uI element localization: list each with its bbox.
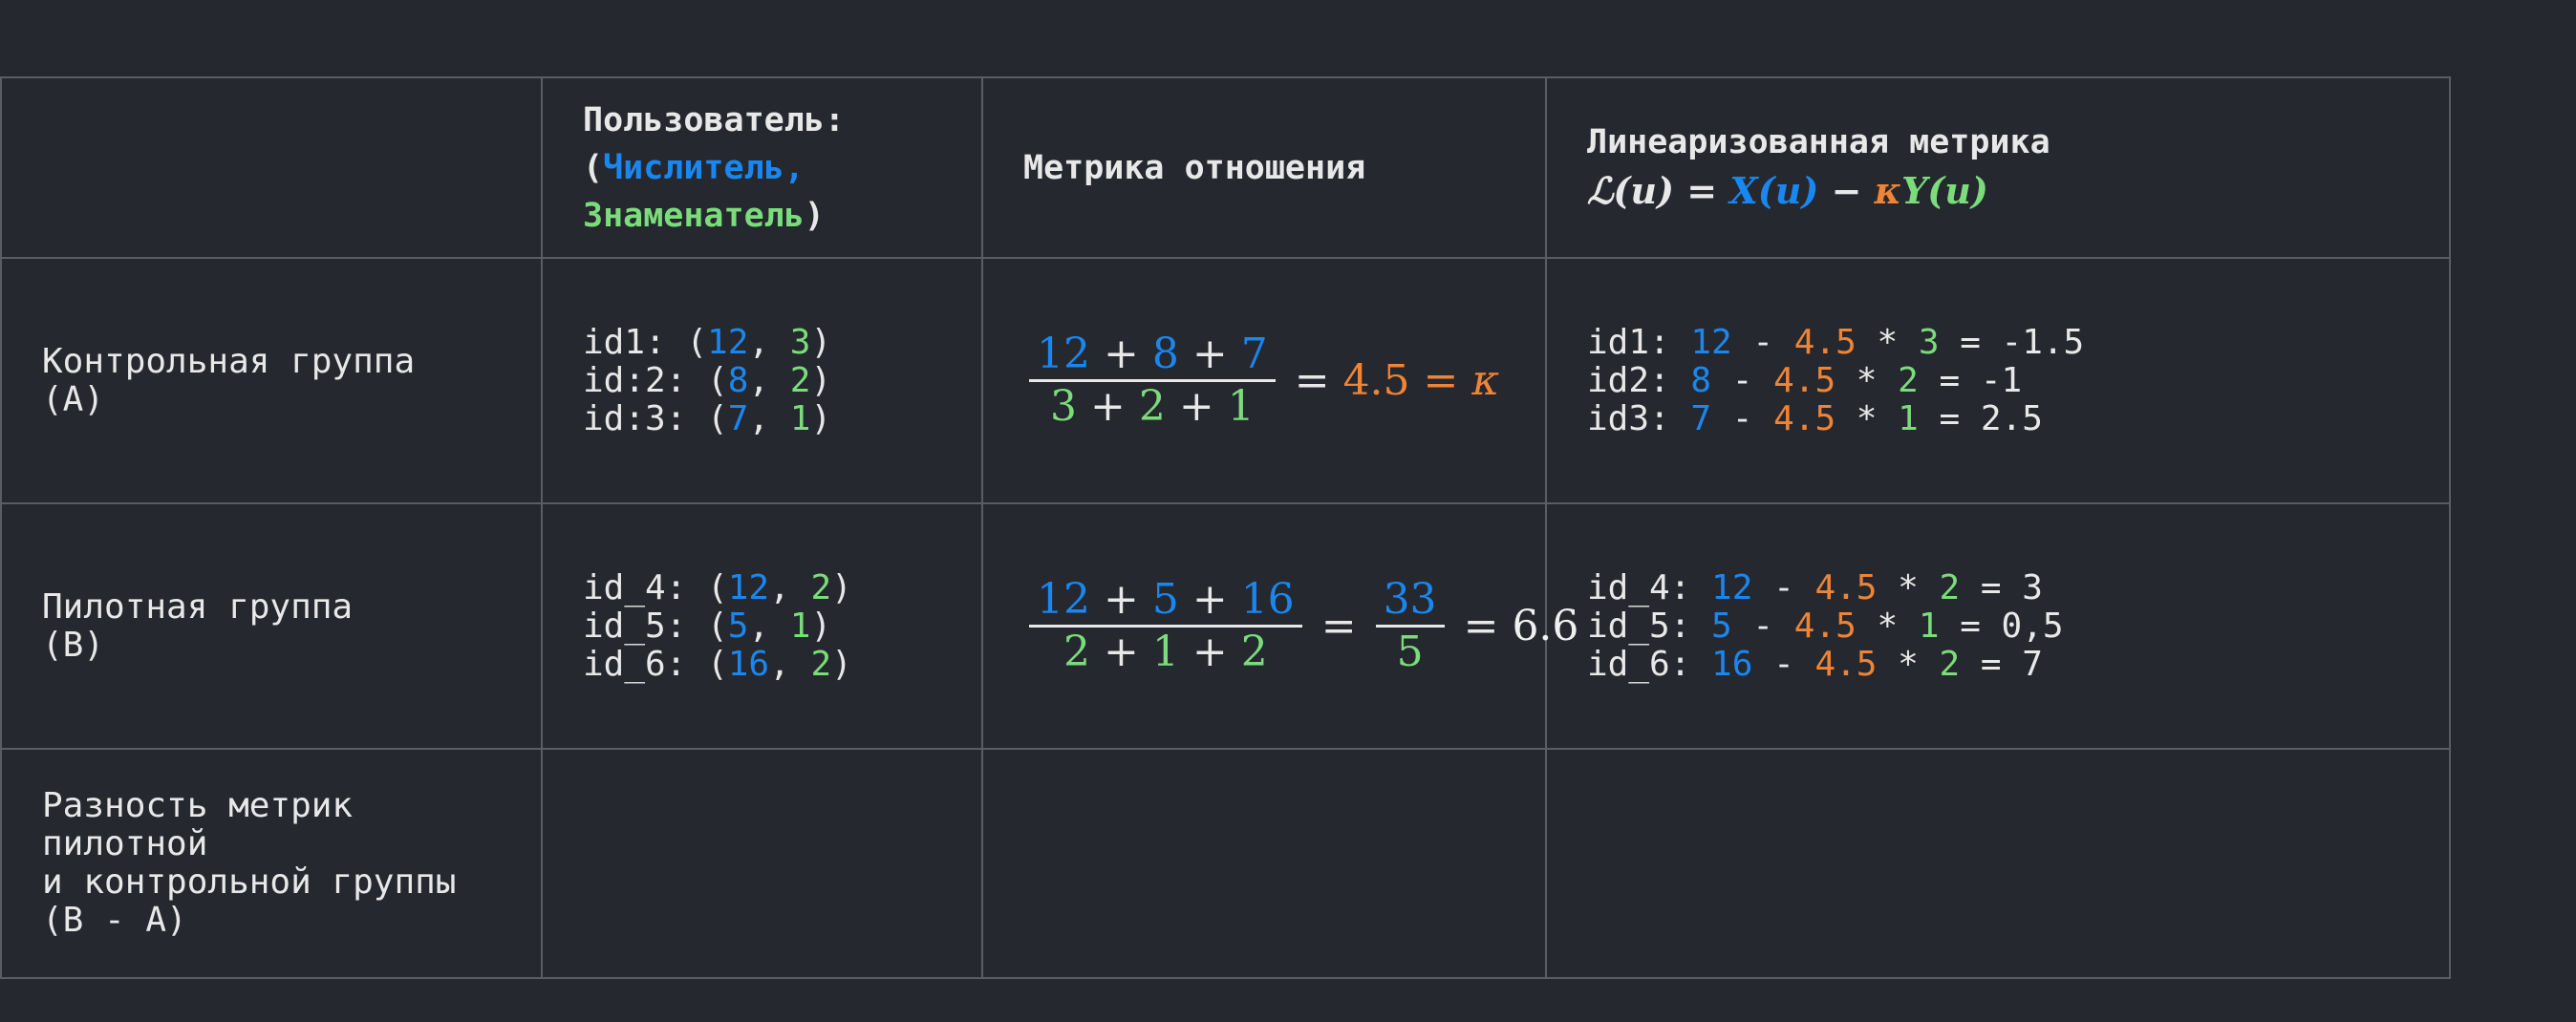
paren-open: ( — [583, 148, 604, 187]
header-numerator: Числитель, — [603, 148, 805, 187]
ratio-result: 4.5 — [1342, 355, 1410, 405]
header-ratio: Метрика отношения — [981, 76, 1547, 259]
user-line: id_6: (16, 2) — [583, 644, 852, 684]
formula-u: (u) = — [1613, 169, 1730, 212]
row-label: Контрольная группа (A) — [0, 257, 543, 504]
ratio-formula: 12 + 5 + 16 2 + 1 + 2 = 33 5 = 6.6 — [1023, 579, 1578, 673]
linear-line: id1: 12 - 4.5 * 3 = -1.5 — [1587, 322, 2085, 362]
linear-line: id3: 7 - 4.5 * 1 = 2.5 — [1587, 398, 2043, 438]
formula-L: ℒ — [1587, 169, 1614, 212]
ratio-formula: 12 + 8 + 7 3 + 2 + 1 = 4.5 = κ — [1023, 333, 1545, 428]
linear-cell: id_4: 12 - 4.5 * 2 = 3 id_5: 5 - 4.5 * 1 … — [1545, 502, 2451, 750]
linear-formula: ℒ(u) = X(u) − κY(u) — [1587, 169, 1988, 212]
user-line: id_4: (12, 2) — [583, 567, 852, 607]
user-line: id:2: (8, 2) — [583, 360, 832, 400]
linear-cell: id1: 12 - 4.5 * 3 = -1.5 id2: 8 - 4.5 * 2… — [1545, 257, 2451, 504]
header-row: Пользователь: (Числитель, Знаменатель) М… — [0, 76, 2451, 259]
row-pilot: Пилотная группа (B) id_4: (12, 2) id_5: (… — [0, 502, 2451, 750]
linear-line: id_6: 16 - 4.5 * 2 = 7 — [1587, 644, 2043, 684]
header-user: Пользователь: (Числитель, Знаменатель) — [541, 76, 983, 259]
fraction: 12 + 8 + 7 3 + 2 + 1 — [1029, 333, 1276, 428]
linear-line: id2: 8 - 4.5 * 2 = -1 — [1587, 360, 2023, 400]
empty-cell — [981, 748, 1547, 979]
ratio-cell: 12 + 8 + 7 3 + 2 + 1 = 4.5 = κ — [981, 257, 1547, 504]
linear-line: id_4: 12 - 4.5 * 2 = 3 — [1587, 567, 2043, 607]
users-cell: id1: (12, 3) id:2: (8, 2) id:3: (7, 1) — [541, 257, 983, 504]
ratio-result: 6.6 — [1512, 601, 1579, 650]
user-line: id1: (12, 3) — [583, 322, 832, 362]
formula-kappa: κ — [1874, 169, 1902, 212]
row-control: Контрольная группа (A) id1: (12, 3) id:2:… — [0, 257, 2451, 504]
fraction: 12 + 5 + 16 2 + 1 + 2 — [1029, 579, 1302, 673]
header-linear: Линеаризованная метрика ℒ(u) = X(u) − κY… — [1545, 76, 2451, 259]
user-line: id:3: (7, 1) — [583, 398, 832, 438]
empty-cell — [1545, 748, 2451, 979]
user-line: id_5: (5, 1) — [583, 606, 832, 646]
row-difference: Разность метрик пилотной и контрольной г… — [0, 748, 2451, 979]
users-cell: id_4: (12, 2) id_5: (5, 1) id_6: (16, 2) — [541, 502, 983, 750]
formula-minus: − — [1818, 169, 1875, 212]
row-label: Пилотная группа (B) — [0, 502, 543, 750]
header-linear-title: Линеаризованная метрика — [1587, 123, 2050, 161]
sum-fraction: 33 5 — [1375, 579, 1445, 673]
formula-Y: Y(u) — [1901, 169, 1988, 212]
ratio-cell: 12 + 5 + 16 2 + 1 + 2 = 33 5 = 6.6 — [981, 502, 1578, 750]
kappa-symbol: κ — [1471, 355, 1500, 405]
metrics-table: Пользователь: (Числитель, Знаменатель) М… — [0, 76, 2451, 979]
formula-X: X(u) — [1729, 169, 1819, 212]
header-user-title: Пользователь: — [583, 100, 845, 139]
row-label: Разность метрик пилотной и контрольной г… — [0, 748, 543, 979]
header-denominator: Знаменатель — [583, 196, 805, 235]
linear-line: id_5: 5 - 4.5 * 1 = 0,5 — [1587, 606, 2064, 646]
empty-cell — [541, 748, 983, 979]
header-empty-cell — [0, 76, 543, 259]
paren-close: ) — [804, 196, 825, 235]
